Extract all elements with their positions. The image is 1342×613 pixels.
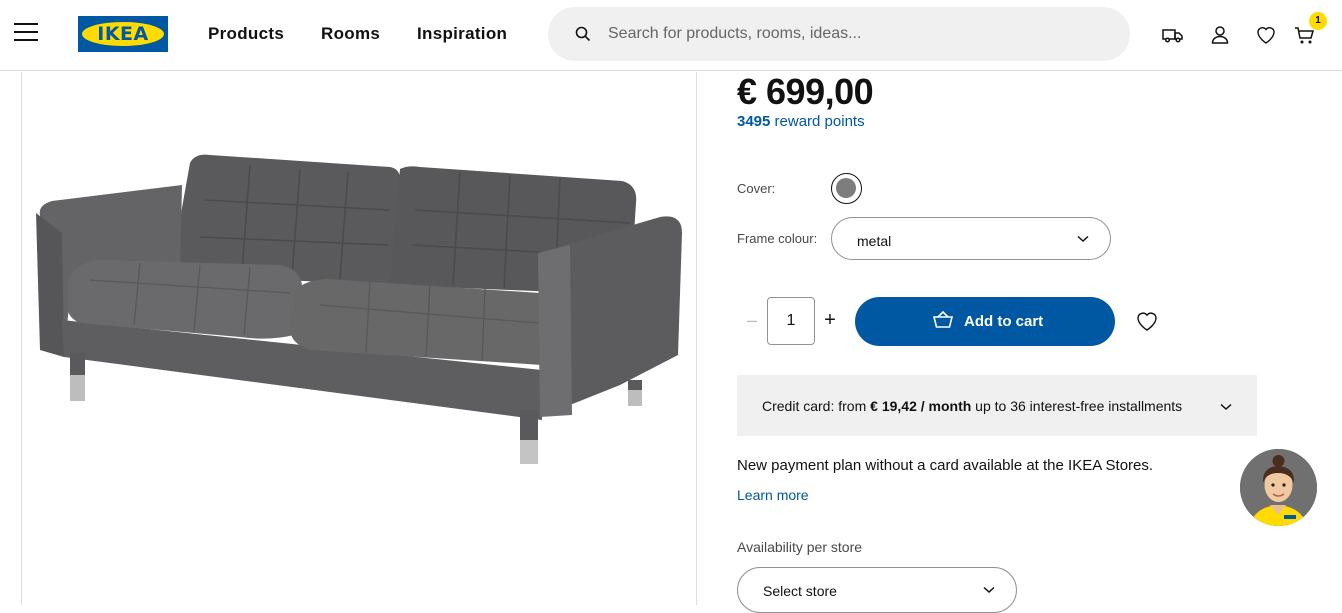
learn-more-link[interactable]: Learn more xyxy=(737,487,809,503)
frame-colour-select[interactable]: metal xyxy=(831,217,1111,260)
assistant-avatar-illustration xyxy=(1240,449,1317,526)
cart-count-badge: 1 xyxy=(1309,12,1327,30)
add-to-wishlist-heart-icon[interactable] xyxy=(1135,310,1159,332)
nav-inspiration[interactable]: Inspiration xyxy=(417,24,507,44)
reward-points-label: reward points xyxy=(770,113,865,130)
product-price: € 699,00 xyxy=(737,71,874,112)
chevron-down-icon xyxy=(983,586,995,594)
quantity-decrease-button[interactable]: – xyxy=(745,310,759,330)
search-icon xyxy=(575,26,591,42)
ikea-logo[interactable]: IKEA xyxy=(78,16,168,52)
frame-colour-label: Frame colour: xyxy=(737,231,818,246)
reward-points-value: 3495 xyxy=(737,113,771,130)
logo-text: IKEA xyxy=(97,23,149,45)
nav-products[interactable]: Products xyxy=(208,24,284,44)
sofa-product-image[interactable] xyxy=(30,145,690,475)
credit-amount: € 19,42 / month xyxy=(870,398,972,414)
basket-icon xyxy=(932,311,954,328)
logo-oval: IKEA xyxy=(82,22,164,46)
availability-label: Availability per store xyxy=(737,539,863,555)
quantity-input[interactable]: 1 xyxy=(767,297,815,345)
cover-swatch[interactable] xyxy=(831,173,862,204)
user-icon[interactable] xyxy=(1208,23,1232,47)
select-store-dropdown[interactable]: Select store xyxy=(737,567,1017,613)
quantity-increase-button[interactable]: + xyxy=(822,309,838,331)
hamburger-menu-icon[interactable] xyxy=(14,23,40,45)
search-bar[interactable] xyxy=(548,7,1130,61)
heart-icon[interactable] xyxy=(1254,23,1278,47)
search-input[interactable] xyxy=(608,20,1108,48)
credit-card-installments-accordion[interactable]: Credit card: from € 19,42 / month up to … xyxy=(737,375,1257,436)
credit-prefix: Credit card: from xyxy=(762,398,871,414)
gallery-divider-left xyxy=(21,72,22,605)
payment-plan-text: New payment plan without a card availabl… xyxy=(737,457,1154,474)
cover-label: Cover: xyxy=(737,181,776,196)
select-store-placeholder: Select store xyxy=(763,583,837,599)
frame-colour-value: metal xyxy=(857,233,892,249)
cover-swatch-color xyxy=(836,178,856,198)
add-to-cart-label: Add to cart xyxy=(964,313,1044,330)
assistant-avatar[interactable] xyxy=(1240,449,1317,526)
reward-points: 3495 reward points xyxy=(737,113,865,130)
site-header: IKEA Products Rooms Inspiration 1 xyxy=(0,0,1342,71)
chevron-down-icon xyxy=(1220,403,1232,411)
credit-text: Credit card: from € 19,42 / month up to … xyxy=(762,398,1182,414)
credit-suffix: up to 36 interest-free installments xyxy=(971,398,1183,414)
chevron-down-icon xyxy=(1077,235,1089,243)
nav-rooms[interactable]: Rooms xyxy=(321,24,380,44)
gallery-divider-right xyxy=(696,72,697,605)
truck-icon[interactable] xyxy=(1161,23,1185,47)
add-to-cart-button[interactable]: Add to cart xyxy=(855,297,1115,346)
